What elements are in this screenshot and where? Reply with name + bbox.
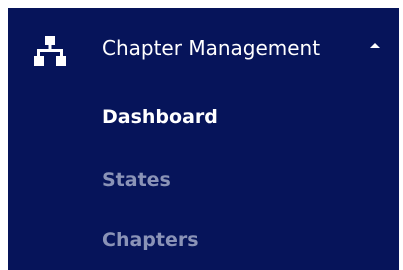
submenu-item-label: Dashboard bbox=[102, 106, 218, 128]
submenu-item-states[interactable]: States bbox=[8, 154, 399, 206]
submenu-item-label: Chapters bbox=[102, 229, 199, 251]
submenu-item-dashboard[interactable]: Dashboard bbox=[8, 91, 399, 143]
sitemap-icon bbox=[34, 36, 66, 66]
submenu-item-label: States bbox=[102, 169, 171, 191]
chapter-management-label: Chapter Management bbox=[102, 36, 321, 60]
chapter-management-menu-toggle[interactable]: Chapter Management bbox=[8, 8, 399, 84]
sidebar-menu: Chapter Management Dashboard States Chap… bbox=[8, 8, 399, 270]
caret-up-icon bbox=[370, 43, 380, 48]
page-frame: Chapter Management Dashboard States Chap… bbox=[0, 0, 403, 270]
submenu-item-chapters[interactable]: Chapters bbox=[8, 214, 399, 266]
